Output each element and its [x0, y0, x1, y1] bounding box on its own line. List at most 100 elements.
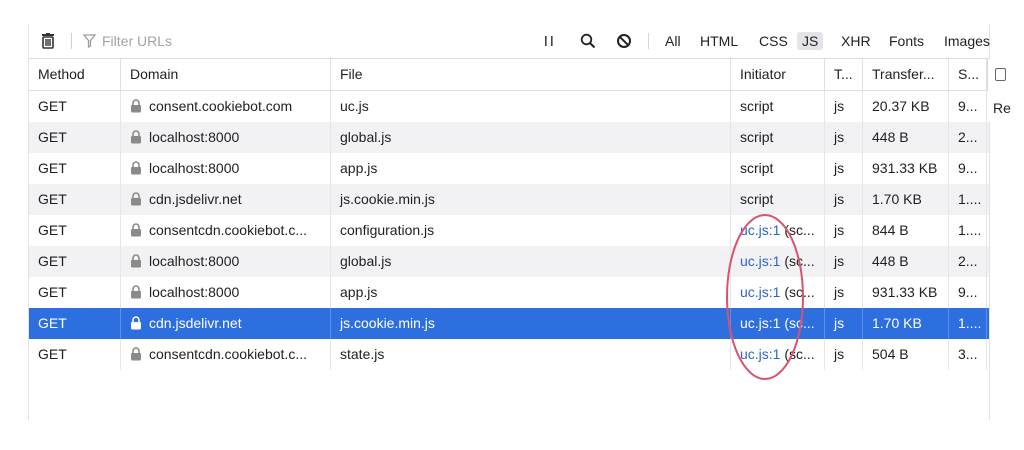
- column-header-domain[interactable]: Domain: [121, 59, 331, 90]
- column-header-file[interactable]: File: [331, 59, 731, 90]
- cell-method: GET: [29, 339, 121, 370]
- type-filter-fonts[interactable]: Fonts: [884, 24, 929, 58]
- type-filter-label: JS: [797, 32, 824, 50]
- cell-transferred: 504 B: [863, 339, 949, 370]
- trash-icon: [42, 33, 54, 49]
- details-panel-icon[interactable]: [995, 68, 1006, 81]
- table-row[interactable]: GET localhost:8000 app.js script js 931.33 KB…: [29, 153, 989, 184]
- filter-urls-placeholder: Filter URLs: [102, 33, 173, 49]
- domain-text: consent.cookiebot.com: [149, 98, 293, 114]
- initiator-link[interactable]: uc.js:1: [740, 222, 780, 238]
- initiator-link[interactable]: uc.js:1: [740, 253, 780, 269]
- initiator-text: script: [740, 129, 774, 145]
- filter-urls-input[interactable]: Filter URLs: [83, 24, 523, 58]
- initiator-text: (sc...: [780, 346, 815, 362]
- network-monitor: Filter URLs All HTML CSS JS XHR Fonts Im…: [28, 24, 1011, 420]
- cell-initiator: script: [731, 91, 825, 122]
- cell-domain: consentcdn.cookiebot.c...: [121, 215, 331, 246]
- block-requests-button[interactable]: [616, 24, 632, 58]
- domain-text: localhost:8000: [149, 160, 240, 176]
- cell-domain: cdn.jsdelivr.net: [121, 308, 331, 339]
- cell-type: js: [825, 184, 863, 215]
- cell-transferred: 20.37 KB: [863, 91, 949, 122]
- domain-text: localhost:8000: [149, 129, 240, 145]
- table-row[interactable]: GET cdn.jsdelivr.net js.cookie.min.js uc.js…: [29, 308, 989, 339]
- details-panel-tab-label[interactable]: Re: [993, 100, 1011, 116]
- table-row[interactable]: GET consent.cookiebot.com uc.js script js 20.…: [29, 91, 989, 122]
- clear-button[interactable]: [41, 24, 55, 58]
- initiator-text: script: [740, 160, 774, 176]
- type-filter-js[interactable]: JS: [797, 24, 824, 58]
- lock-icon: [131, 99, 141, 113]
- cell-size: 1....: [949, 215, 987, 246]
- column-header-size[interactable]: S...: [949, 59, 987, 90]
- cell-type: js: [825, 339, 863, 370]
- type-filter-xhr[interactable]: XHR: [836, 24, 876, 58]
- initiator-link[interactable]: uc.js:1: [740, 315, 780, 331]
- search-button[interactable]: [580, 24, 596, 58]
- lock-icon: [131, 130, 141, 144]
- cell-initiator: script: [731, 153, 825, 184]
- initiator-link[interactable]: uc.js:1: [740, 346, 780, 362]
- cell-domain: localhost:8000: [121, 277, 331, 308]
- cell-type: js: [825, 246, 863, 277]
- type-filter-css[interactable]: CSS: [754, 24, 793, 58]
- cell-type: js: [825, 91, 863, 122]
- cell-method: GET: [29, 122, 121, 153]
- table-row[interactable]: GET consentcdn.cookiebot.c... state.js uc.j…: [29, 339, 989, 370]
- cell-size: 1....: [949, 184, 987, 215]
- domain-text: consentcdn.cookiebot.c...: [149, 346, 307, 362]
- cell-type: js: [825, 122, 863, 153]
- cell-initiator: uc.js:1 (sc...: [731, 277, 825, 308]
- cell-type: js: [825, 153, 863, 184]
- table-row[interactable]: GET consentcdn.cookiebot.c... configuratio…: [29, 215, 989, 246]
- block-icon: [617, 34, 631, 48]
- lock-icon: [131, 254, 141, 268]
- cell-file: configuration.js: [331, 215, 731, 246]
- table-row[interactable]: GET localhost:8000 global.js uc.js:1 (sc...…: [29, 246, 989, 277]
- requests-table-header: Method Domain File Initiator T... Transf…: [29, 59, 989, 91]
- type-filter-images[interactable]: Images: [939, 24, 995, 58]
- pause-button[interactable]: [543, 24, 555, 58]
- cell-domain: localhost:8000: [121, 246, 331, 277]
- initiator-text: (sc...: [780, 315, 815, 331]
- cell-file: uc.js: [331, 91, 731, 122]
- lock-icon: [131, 285, 141, 299]
- toolbar-divider: [71, 33, 72, 49]
- cell-domain: localhost:8000: [121, 153, 331, 184]
- pause-icon: [545, 36, 553, 46]
- type-filter-label: HTML: [700, 33, 739, 49]
- initiator-text: (sc...: [780, 284, 815, 300]
- cell-transferred: 448 B: [863, 246, 949, 277]
- cell-initiator: uc.js:1 (sc...: [731, 308, 825, 339]
- domain-text: localhost:8000: [149, 284, 240, 300]
- initiator-text: (sc...: [780, 253, 815, 269]
- type-filter-all[interactable]: All: [660, 24, 686, 58]
- cell-transferred: 844 B: [863, 215, 949, 246]
- cell-size: 9...: [949, 91, 987, 122]
- column-header-transferred[interactable]: Transfer...: [863, 59, 949, 90]
- cell-initiator: uc.js:1 (sc...: [731, 339, 825, 370]
- cell-file: global.js: [331, 122, 731, 153]
- column-header-method[interactable]: Method: [29, 59, 121, 90]
- cell-domain: cdn.jsdelivr.net: [121, 184, 331, 215]
- type-filter-label: Fonts: [889, 33, 925, 49]
- type-filter-html[interactable]: HTML: [695, 24, 743, 58]
- lock-icon: [131, 223, 141, 237]
- table-row[interactable]: GET cdn.jsdelivr.net js.cookie.min.js scrip…: [29, 184, 989, 215]
- column-header-type[interactable]: T...: [825, 59, 863, 90]
- initiator-text: script: [740, 98, 774, 114]
- type-filter-label: XHR: [841, 33, 871, 49]
- domain-text: consentcdn.cookiebot.c...: [149, 222, 307, 238]
- domain-text: localhost:8000: [149, 253, 240, 269]
- type-filter-label: CSS: [759, 33, 788, 49]
- table-row[interactable]: GET localhost:8000 app.js uc.js:1 (sc... js 9…: [29, 277, 989, 308]
- initiator-link[interactable]: uc.js:1: [740, 284, 780, 300]
- cell-type: js: [825, 215, 863, 246]
- column-header-initiator[interactable]: Initiator: [731, 59, 825, 90]
- cell-method: GET: [29, 153, 121, 184]
- initiator-text: script: [740, 191, 774, 207]
- table-row[interactable]: GET localhost:8000 global.js script js 448 B2…: [29, 122, 989, 153]
- cell-domain: consent.cookiebot.com: [121, 91, 331, 122]
- type-filter-label: All: [665, 33, 681, 49]
